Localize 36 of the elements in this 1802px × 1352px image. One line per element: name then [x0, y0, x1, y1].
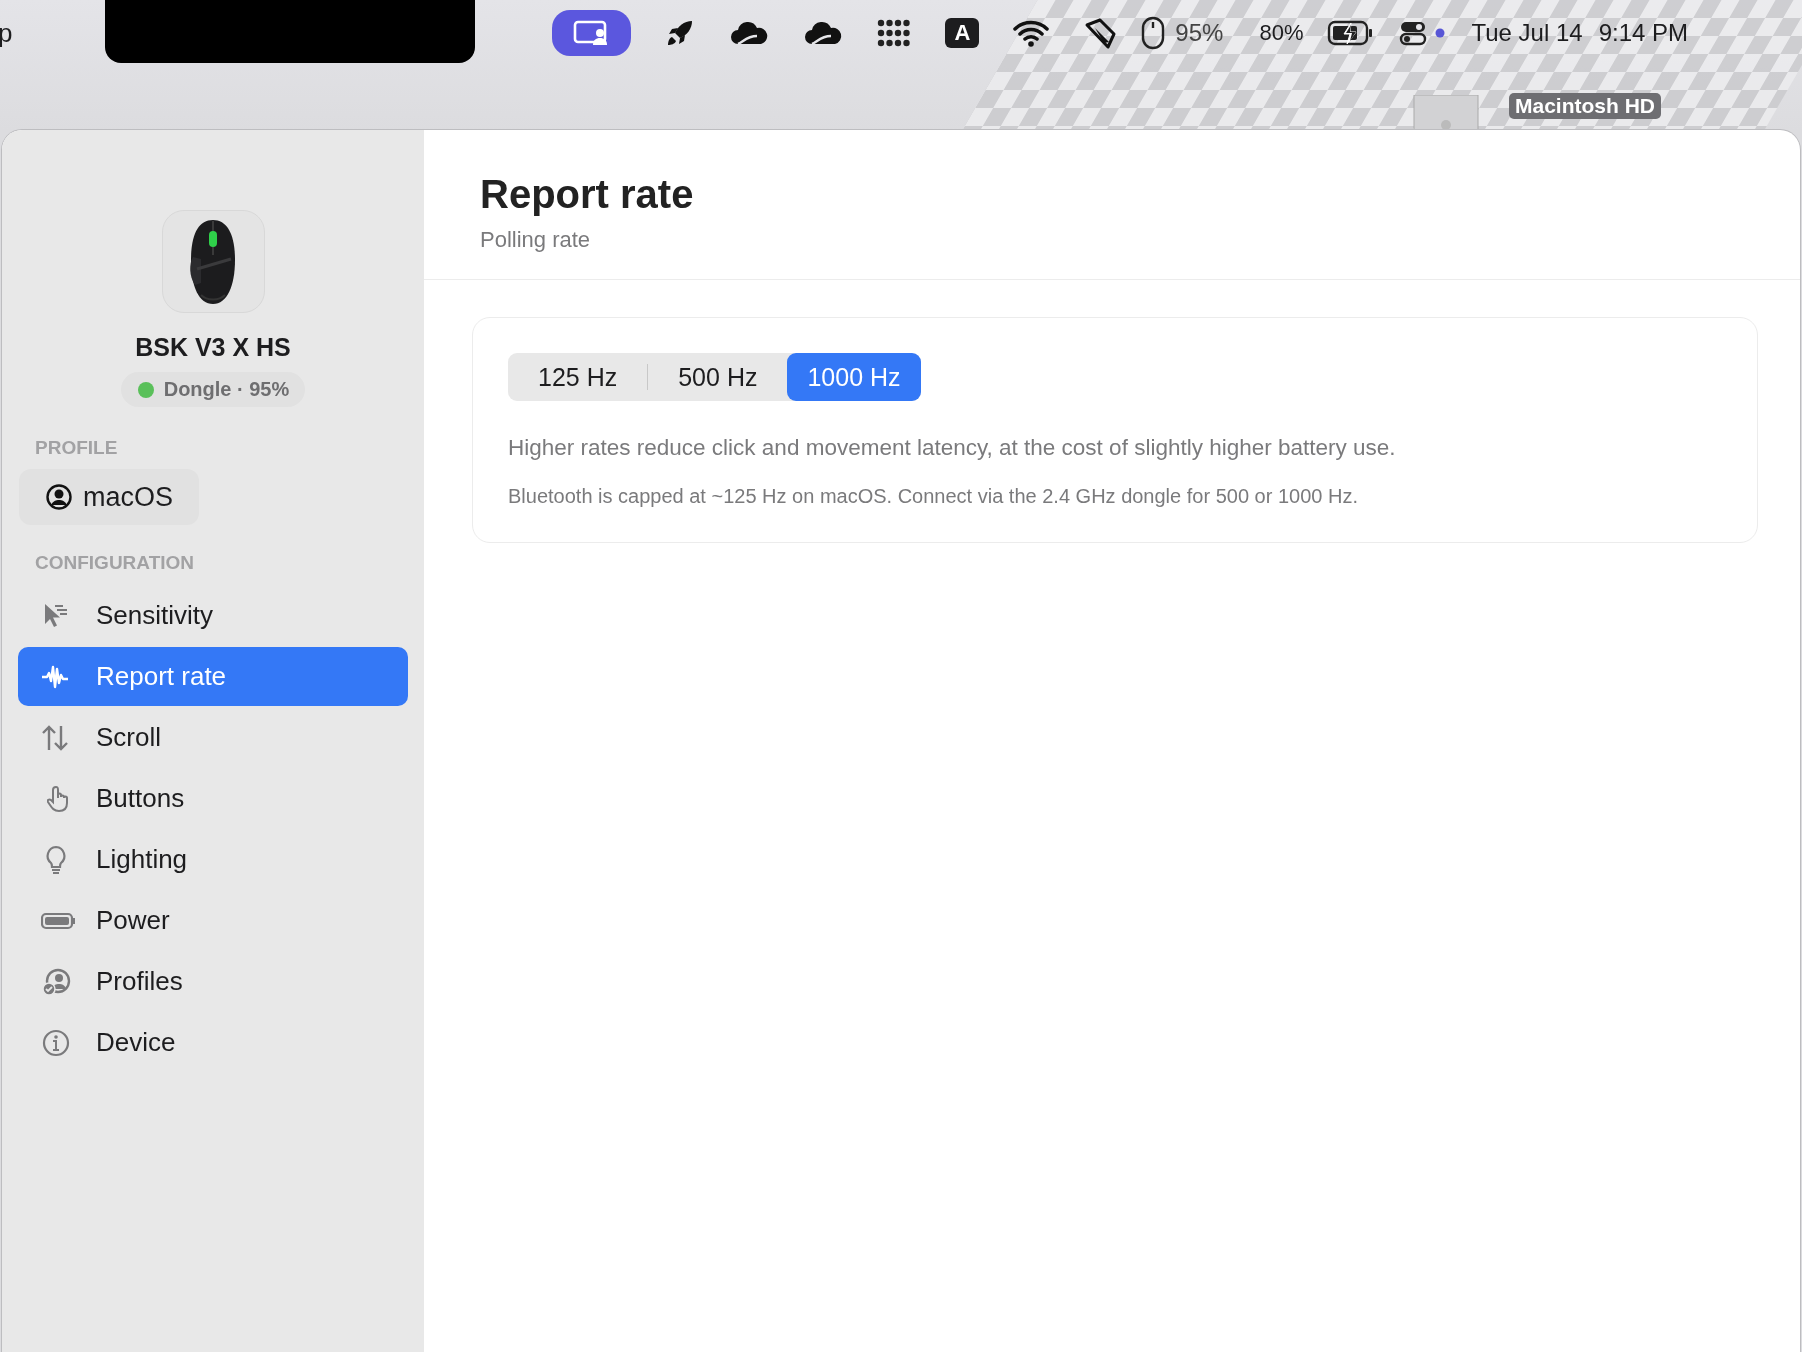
rate-option[interactable]: 125 Hz — [508, 353, 648, 401]
sidebar-item[interactable]: Device — [18, 1013, 408, 1072]
section-heading: PROFILE — [35, 437, 119, 459]
dots-grid-icon[interactable] — [877, 18, 912, 48]
rate-option[interactable]: 1000 Hz — [787, 353, 921, 401]
sidebar-item[interactable]: Lighting — [18, 830, 408, 889]
wifi-icon[interactable] — [1013, 19, 1050, 47]
mouse-battery-percent: 95% — [1175, 19, 1224, 47]
section-heading: CONFIGURATION — [35, 552, 196, 574]
profile-button[interactable]: macOS — [19, 469, 199, 525]
note-text: Bluetooth is capped at ~125 Hz on macOS. Connect via the 2.4 GHz dongle for 500 or 1000 Hz. — [508, 485, 1359, 508]
sidebar-item[interactable]: Scroll — [18, 708, 408, 767]
status-dot-icon — [1435, 28, 1446, 38]
drive-label[interactable]: Macintosh HD — [1509, 92, 1661, 119]
menu-bar-date[interactable]: Tue Jul 14 — [1471, 19, 1583, 47]
input-source-icon[interactable]: A — [945, 18, 980, 48]
sidebar-item[interactable]: Report rate — [18, 647, 408, 706]
sidebar-item[interactable]: Buttons — [18, 769, 408, 828]
rate-option[interactable]: 500 Hz — [648, 353, 788, 401]
sidebar-item[interactable]: Power — [18, 891, 408, 950]
pointing-hand-icon — [47, 783, 71, 814]
person-circle-icon — [45, 483, 73, 511]
device-name: BSK V3 X HS — [135, 333, 291, 362]
screen-share-icon[interactable] — [552, 10, 632, 56]
sidebar-item[interactable]: Sensitivity — [18, 586, 408, 645]
description-text: Higher rates reduce click and movement latency, at the cost of slightly higher battery use. — [508, 435, 1397, 461]
menu-bar-clock[interactable]: 9:14 PM — [1598, 19, 1689, 47]
app-name[interactable]: p — [0, 17, 13, 49]
page-subtitle: Polling rate — [480, 227, 592, 253]
cloud-icon[interactable] — [729, 20, 770, 46]
battery-percent: 80% — [1259, 20, 1304, 46]
mouse-icon[interactable] — [1141, 16, 1166, 50]
connection-status: Dongle · 95% — [163, 378, 290, 401]
page-title: Report rate — [480, 172, 695, 217]
sidebar-item[interactable]: Profiles — [18, 952, 408, 1011]
cloud-icon[interactable] — [803, 20, 844, 46]
